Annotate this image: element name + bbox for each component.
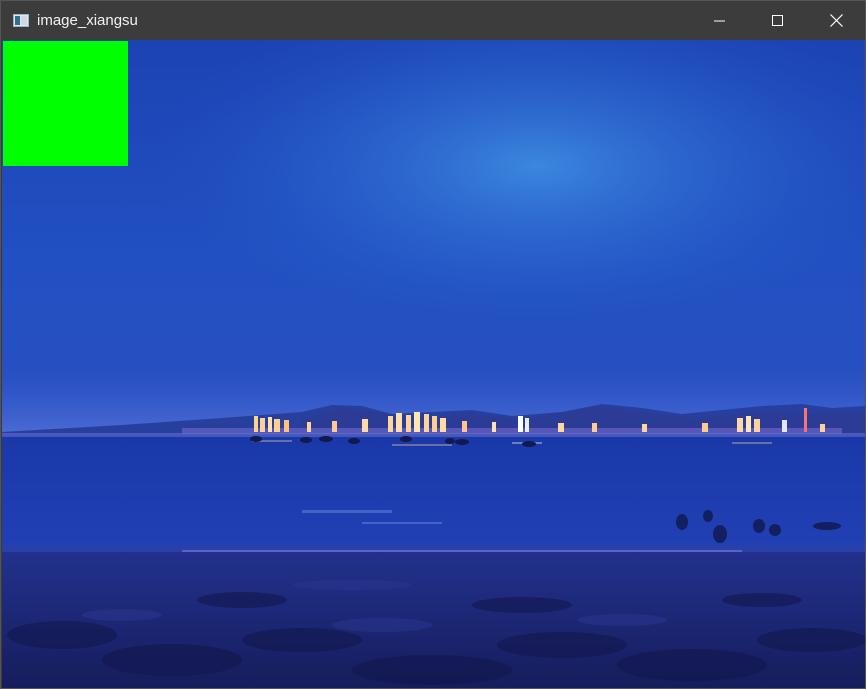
close-button[interactable] [807, 1, 865, 40]
close-icon [829, 14, 843, 27]
image-canvas[interactable] [2, 40, 865, 688]
window-controls [691, 1, 865, 40]
green-marker-square [3, 41, 128, 166]
minimize-button[interactable] [691, 1, 749, 40]
image-window: image_xiangsu [0, 0, 866, 689]
maximize-icon [772, 14, 783, 26]
title-bar[interactable]: image_xiangsu [1, 1, 865, 40]
night-beach-photo [2, 40, 865, 688]
maximize-button[interactable] [749, 1, 807, 40]
app-window-icon [13, 14, 29, 27]
minimize-icon [714, 20, 725, 21]
window-title: image_xiangsu [37, 12, 138, 29]
